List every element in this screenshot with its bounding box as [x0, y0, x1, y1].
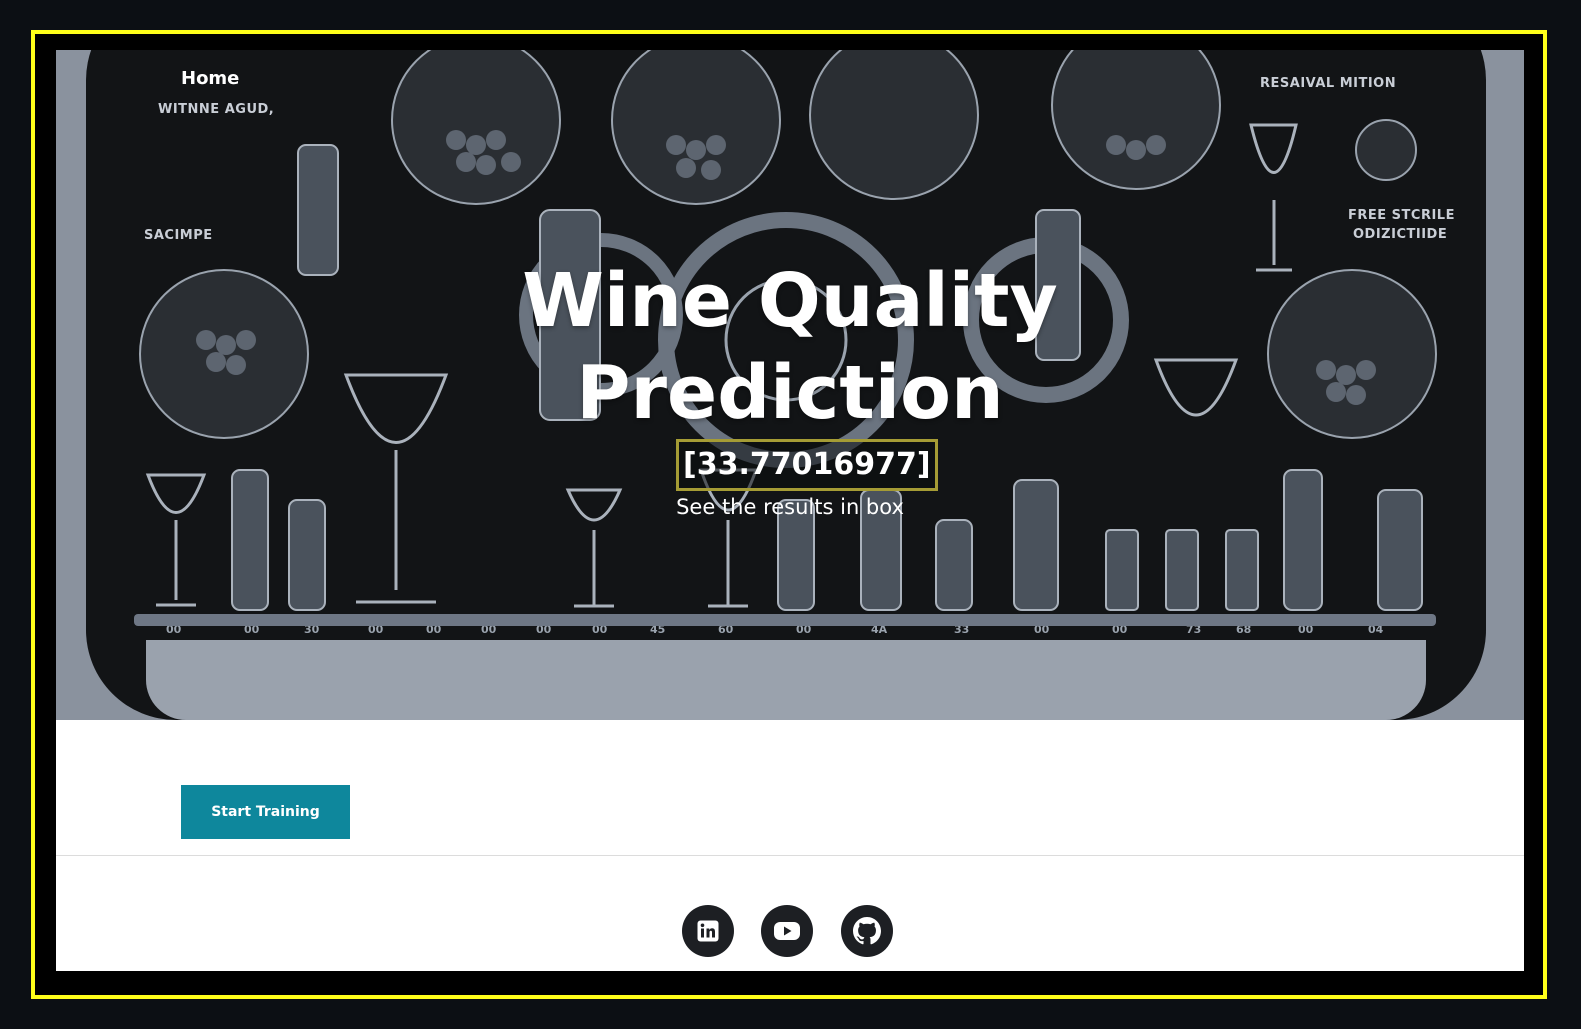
- board-label: SACIMPE: [144, 228, 213, 243]
- page: 00 00 30 00 00 00 00 00 45 60 00 4A 33 00 00 73 68 0…: [56, 50, 1524, 971]
- github-icon[interactable]: [841, 905, 893, 957]
- section-divider: [56, 855, 1524, 856]
- page-title-line-2: Prediction: [576, 350, 1004, 436]
- board-label: WITNNE AGUD,: [158, 102, 275, 117]
- linkedin-icon[interactable]: [682, 905, 734, 957]
- board-label: FREE STCRILE: [1348, 208, 1455, 223]
- youtube-icon[interactable]: [761, 905, 813, 957]
- board-label: ODIZICTIIDE: [1353, 227, 1448, 242]
- results-hint: See the results in box: [676, 495, 904, 519]
- prediction-result-box: [33.77016977]: [676, 439, 938, 491]
- board-label: RESAIVAL MITION: [1260, 76, 1397, 91]
- page-title: Wine Quality Prediction: [436, 255, 1144, 439]
- page-title-line-1: Wine Quality: [522, 258, 1058, 344]
- nav-home-link[interactable]: Home: [181, 68, 239, 89]
- hero-shelf: [134, 614, 1436, 626]
- hero-banner: 00 00 30 00 00 00 00 00 45 60 00 4A 33 00 00 73 68 0…: [56, 50, 1524, 720]
- start-training-button[interactable]: Start Training: [181, 785, 350, 839]
